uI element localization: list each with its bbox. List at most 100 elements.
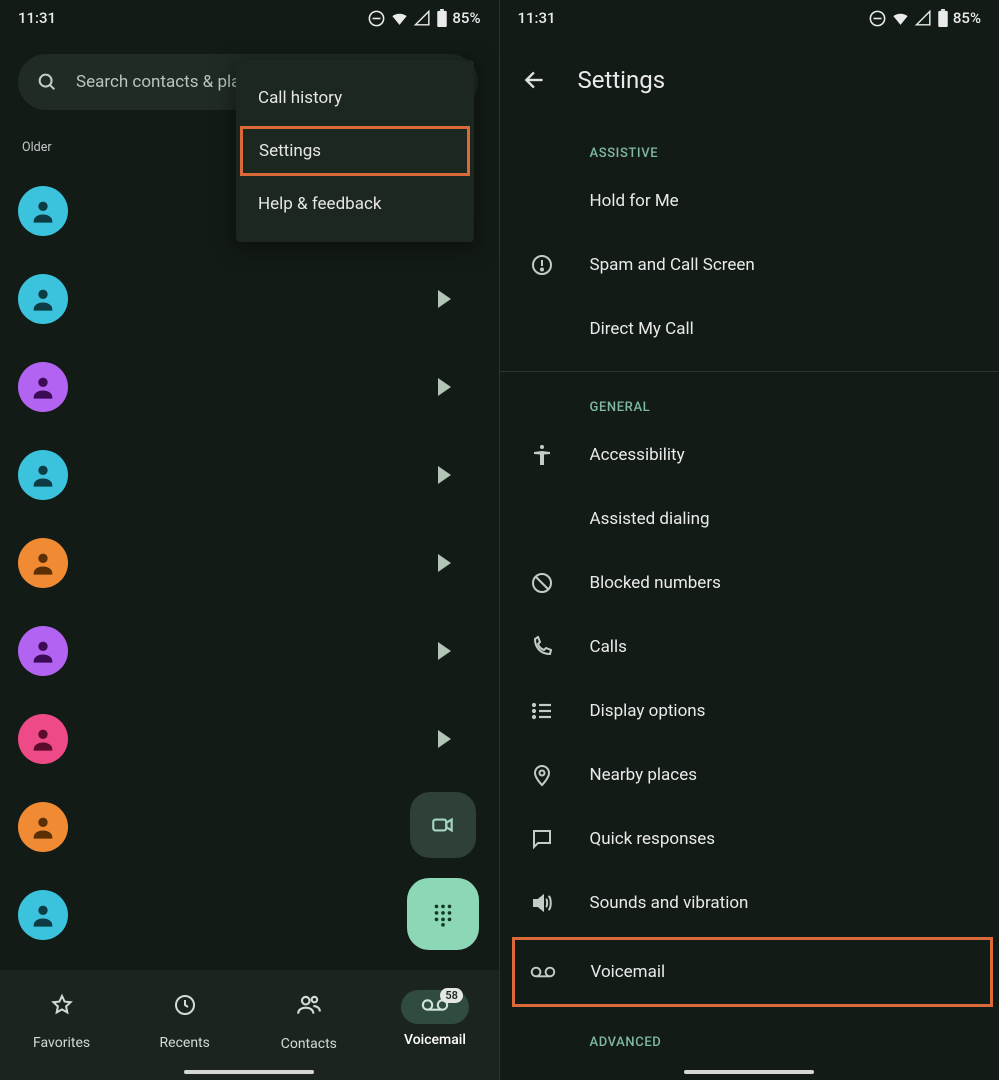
menu-call-history[interactable]: Call history [236,70,474,126]
nav-recents[interactable]: Recents [153,987,217,1051]
nav-contacts[interactable]: Contacts [276,986,342,1052]
block-icon [530,571,554,595]
settings-spam-call-screen[interactable]: Spam and Call Screen [500,233,999,297]
settings-sounds-vibration[interactable]: Sounds and vibration [500,871,999,935]
location-icon [530,763,554,787]
avatar[interactable] [18,186,68,236]
signal-icon [413,9,432,28]
search-icon [36,71,58,93]
battery-percent: 85% [953,9,981,27]
nav-label: Voicemail [404,1032,466,1048]
avatar[interactable] [18,274,68,324]
avatar[interactable] [18,714,68,764]
avatar[interactable] [18,450,68,500]
status-time: 11:31 [18,9,56,27]
settings-label: Direct My Call [590,319,694,339]
list-icon [530,699,554,723]
settings-nearby-places[interactable]: Nearby places [500,743,999,807]
list-item[interactable] [18,695,481,783]
section-general: GENERAL [500,372,999,423]
settings-assisted-dialing[interactable]: Assisted dialing [500,487,999,551]
settings-calls[interactable]: Calls [500,615,999,679]
page-title: Settings [578,66,666,94]
settings-accessibility[interactable]: Accessibility [500,423,999,487]
settings-quick-responses[interactable]: Quick responses [500,807,999,871]
settings-label: Blocked numbers [590,573,721,593]
phone-app-screen: 11:31 85% Search contacts & pla Call his… [0,0,500,1080]
nav-voicemail[interactable]: 58 Voicemail [401,990,469,1048]
status-time: 11:31 [518,9,556,27]
avatar[interactable] [18,538,68,588]
settings-header: Settings [500,36,999,118]
play-icon[interactable] [438,642,451,660]
avatar[interactable] [18,626,68,676]
settings-hold-for-me[interactable]: Hold for Me [500,169,999,233]
nav-label: Favorites [33,1035,90,1051]
menu-help-feedback[interactable]: Help & feedback [236,176,474,232]
play-icon[interactable] [438,554,451,572]
nav-label: Contacts [281,1036,337,1052]
settings-label: Hold for Me [590,191,679,211]
star-icon [50,993,74,1017]
bottom-nav: Favorites Recents Contacts 58 Voicemail [0,970,499,1080]
settings-label: Assisted dialing [590,509,710,529]
phone-icon [530,635,554,659]
settings-direct-my-call[interactable]: Direct My Call [500,297,999,361]
list-item[interactable] [18,431,481,519]
accessibility-icon [530,443,554,467]
home-indicator[interactable] [684,1070,814,1074]
settings-label: Sounds and vibration [590,893,749,913]
list-item[interactable] [18,255,481,343]
home-indicator[interactable] [184,1070,314,1074]
nav-favorites[interactable]: Favorites [30,987,94,1051]
wifi-icon [390,9,409,28]
status-icons: 85% [868,9,981,28]
signal-icon [914,9,933,28]
avatar[interactable] [18,362,68,412]
settings-label: Quick responses [590,829,716,849]
voicemail-icon [530,964,556,980]
people-icon [296,992,322,1018]
back-arrow-icon[interactable] [522,67,548,93]
play-icon[interactable] [438,730,451,748]
battery-icon [937,9,949,28]
overflow-menu: Call history Settings Help & feedback [236,60,474,242]
voicemail-badge: 58 [440,988,463,1003]
avatar[interactable] [18,890,68,940]
nav-label: Recents [160,1035,210,1051]
list-item[interactable] [18,343,481,431]
settings-label: Accessibility [590,445,685,465]
play-icon[interactable] [438,290,451,308]
settings-screen: 11:31 85% Settings ASSISTIVE Hold for Me… [500,0,999,1080]
settings-label: Voicemail [591,962,666,982]
dnd-icon [367,9,386,28]
settings-label: Calls [590,637,627,657]
info-icon [530,253,554,277]
settings-display-options[interactable]: Display options [500,679,999,743]
status-bar: 11:31 85% [0,0,499,36]
settings-label: Display options [590,701,706,721]
settings-voicemail[interactable]: Voicemail [515,940,991,1004]
menu-settings[interactable]: Settings [240,126,470,176]
chat-icon [530,827,554,851]
list-item[interactable] [18,607,481,695]
status-bar: 11:31 85% [500,0,999,36]
section-advanced: ADVANCED [500,1007,999,1058]
list-item[interactable] [18,519,481,607]
dnd-icon [868,9,887,28]
fab-column [407,792,479,950]
avatar[interactable] [18,802,68,852]
status-icons: 85% [367,9,480,28]
battery-percent: 85% [452,9,480,27]
clock-icon [173,993,197,1017]
dialpad-fab[interactable] [407,878,479,950]
settings-blocked-numbers[interactable]: Blocked numbers [500,551,999,615]
video-icon [430,812,456,838]
play-icon[interactable] [438,378,451,396]
settings-label: Spam and Call Screen [590,255,755,275]
video-call-fab[interactable] [410,792,476,858]
voicemail-highlight: Voicemail [512,937,994,1007]
play-icon[interactable] [438,466,451,484]
battery-icon [436,9,448,28]
section-assistive: ASSISTIVE [500,118,999,169]
